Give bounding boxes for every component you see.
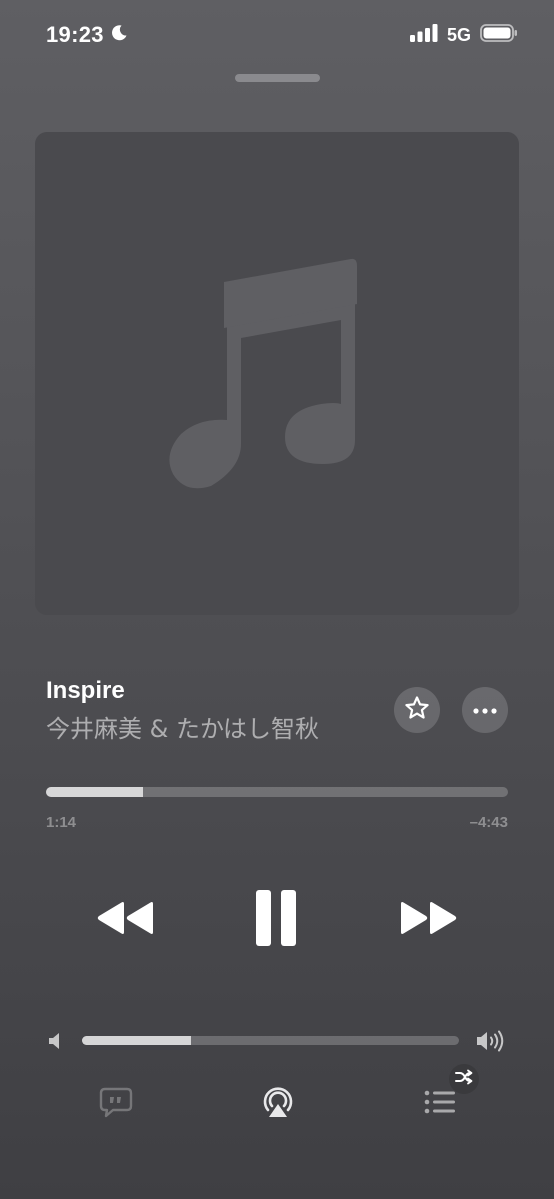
- lyrics-button[interactable]: [94, 1084, 138, 1124]
- battery-icon: [480, 24, 518, 47]
- status-bar-time: 19:23: [46, 22, 128, 48]
- next-button[interactable]: [394, 890, 462, 950]
- ellipsis-icon: [473, 701, 497, 719]
- sheet-grabber-handle[interactable]: [235, 74, 320, 82]
- shuffle-icon: [455, 1069, 473, 1090]
- remaining-time: –4:43: [469, 814, 508, 831]
- shuffle-badge[interactable]: [449, 1064, 479, 1094]
- playback-scrubber[interactable]: [46, 787, 508, 797]
- fast-forward-icon: [398, 900, 458, 941]
- signal-icon: [409, 24, 438, 47]
- airplay-button[interactable]: [256, 1082, 300, 1126]
- track-artist[interactable]: 今井麻美 & たかはし智秋: [46, 709, 319, 744]
- album-artwork: [35, 132, 519, 615]
- moon-icon: [110, 22, 128, 48]
- more-options-button[interactable]: [462, 687, 508, 733]
- volume-slider[interactable]: [82, 1036, 459, 1045]
- speaker-high-icon: [476, 1029, 506, 1058]
- previous-button[interactable]: [92, 890, 160, 950]
- play-pause-button[interactable]: [246, 885, 306, 955]
- pause-icon: [254, 889, 298, 952]
- airplay-icon: [260, 1084, 296, 1125]
- elapsed-time: 1:14: [46, 814, 77, 831]
- network-type: 5G: [446, 25, 471, 45]
- volume-level-fill: [82, 1036, 192, 1045]
- speaker-low-icon: [48, 1031, 64, 1056]
- lyrics-icon: [99, 1086, 133, 1123]
- queue-list-icon: [423, 1088, 457, 1121]
- music-note-icon: [169, 258, 357, 489]
- star-icon: [404, 695, 430, 726]
- playback-progress-fill: [46, 787, 144, 797]
- clock-text: 19:23: [46, 22, 104, 47]
- favorite-button[interactable]: [394, 687, 440, 733]
- track-title: Inspire: [46, 677, 125, 704]
- status-bar-right: 5G: [409, 24, 518, 47]
- rewind-icon: [96, 900, 156, 941]
